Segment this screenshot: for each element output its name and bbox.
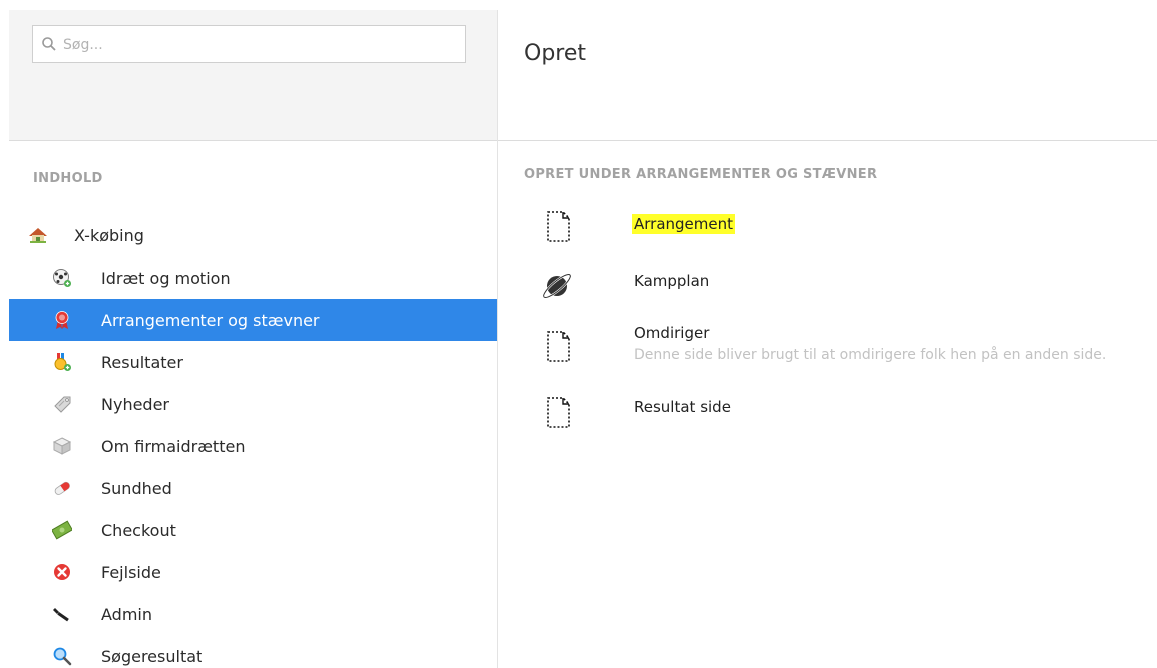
content-type-resultat-side[interactable]: Resultat side [524, 392, 1157, 436]
content-tree: X-købing Idræt og motion Arrangementer o… [9, 213, 497, 668]
search-input[interactable] [61, 26, 455, 64]
tree-item-label: Admin [101, 604, 152, 624]
tree-item-sogeresultat[interactable]: Søgeresultat [9, 635, 497, 668]
tree-item-x-kobing[interactable]: X-købing [9, 213, 497, 257]
create-panel-header: Opret [498, 10, 1157, 141]
tree-item-label: Checkout [101, 520, 176, 540]
create-heading: OPRET UNDER ARRANGEMENTER OG STÆVNER [524, 167, 878, 182]
planet-icon [542, 273, 572, 299]
search-box[interactable] [32, 25, 466, 64]
tree-item-label: Idræt og motion [101, 268, 231, 288]
document-icon [547, 331, 570, 362]
tree-item-idraet-og-motion[interactable]: Idræt og motion [9, 257, 497, 299]
error-icon [54, 564, 70, 580]
content-type-name: Resultat side [634, 398, 731, 416]
soccer-ball-icon [53, 269, 71, 287]
money-icon [52, 520, 72, 540]
tree-section-title: INDHOLD [33, 171, 103, 186]
home-icon [29, 228, 47, 243]
pill-icon [54, 481, 70, 495]
tree-item-label: Nyheder [101, 394, 169, 414]
medal-icon [54, 353, 71, 371]
tree-item-fejlside[interactable]: Fejlside [9, 551, 497, 593]
content-tree-pane: INDHOLD X-købing [9, 10, 498, 668]
tree-item-label: Arrangementer og stævner [101, 310, 320, 330]
tree-item-label: Sundhed [101, 478, 172, 498]
content-type-description: Denne side bliver brugt til at omdiriger… [634, 347, 1107, 363]
tag-icon [54, 396, 71, 413]
search-area [9, 10, 497, 141]
content-type-omdiriger[interactable]: Omdiriger Denne side bliver brugt til at… [524, 322, 1157, 374]
tree-item-sundhed[interactable]: Sundhed [9, 467, 497, 509]
tree-item-label: X-købing [74, 225, 144, 245]
tree-item-checkout[interactable]: Checkout [9, 509, 497, 551]
tree-item-label: Fejlside [101, 562, 161, 582]
tree-item-resultater[interactable]: Resultater [9, 341, 497, 383]
content-type-name: Omdiriger [634, 324, 710, 342]
tree-item-arrangementer-og-staevner[interactable]: Arrangementer og stævner [9, 299, 497, 341]
cube-icon [52, 437, 72, 455]
content-type-arrangement[interactable]: Arrangement [524, 208, 1157, 252]
content-type-kampplan[interactable]: Kampplan [524, 264, 1157, 308]
tree-item-nyheder[interactable]: Nyheder [9, 383, 497, 425]
magnifier-icon [53, 647, 72, 666]
app: INDHOLD X-købing [0, 0, 1157, 668]
tree-item-admin[interactable]: Admin [9, 593, 497, 635]
tree-item-label: Om firmaidrætten [101, 436, 246, 456]
tree-item-label: Resultater [101, 352, 183, 372]
tree-item-label: Søgeresultat [101, 646, 203, 666]
award-ribbon-icon [55, 311, 69, 329]
content-type-name: Arrangement [632, 214, 736, 234]
content-type-name: Kampplan [634, 272, 710, 290]
document-icon [547, 211, 570, 242]
search-icon [42, 37, 56, 51]
wrench-icon [53, 608, 69, 622]
panel-title: Opret [524, 41, 587, 66]
tree-item-om-firmaidraetten[interactable]: Om firmaidrætten [9, 425, 497, 467]
document-icon [547, 397, 570, 428]
